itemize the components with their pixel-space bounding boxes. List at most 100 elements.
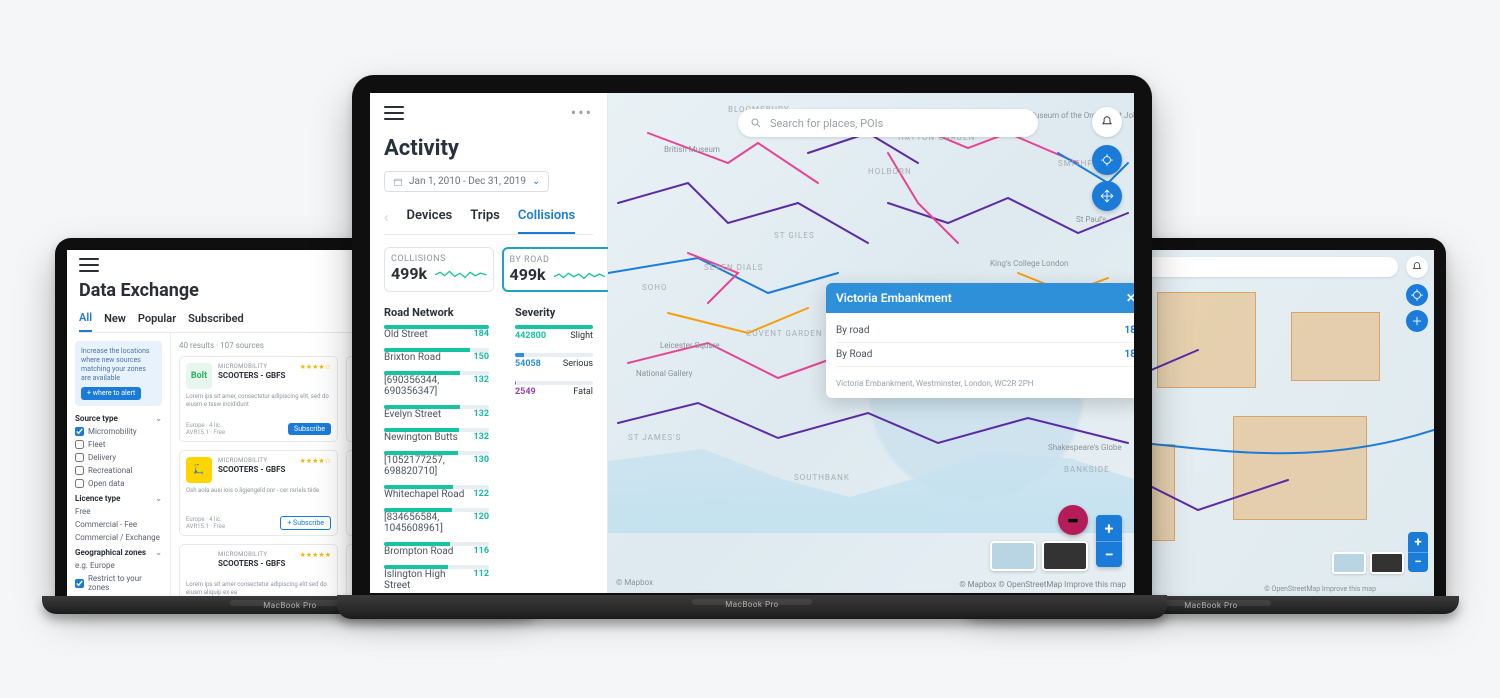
zoom-out-button[interactable]: − bbox=[1408, 552, 1428, 572]
rating-stars: ★★★★☆ bbox=[300, 363, 331, 389]
col-title-sev: Severity bbox=[515, 306, 593, 319]
tab-trips[interactable]: Trips bbox=[470, 208, 500, 234]
filter-delivery[interactable]: Delivery bbox=[75, 453, 162, 462]
road-network-item[interactable]: [1052177257, 698820710]130 bbox=[384, 451, 489, 477]
road-network-item[interactable]: Brompton Road116 bbox=[384, 542, 489, 557]
filter-section-geo[interactable]: Geographical zones bbox=[75, 548, 162, 557]
map-attribution: © Mapbox © OpenStreetMap Improve this ma… bbox=[959, 580, 1126, 589]
severity-item: 442800Slight bbox=[515, 325, 593, 341]
card-logo: Bolt bbox=[186, 363, 212, 389]
add-button[interactable] bbox=[1406, 310, 1428, 332]
severity-col: Severity 442800Slight54058Serious2549Fat… bbox=[515, 306, 593, 593]
road-network-item[interactable]: Whitechapel Road122 bbox=[384, 485, 489, 500]
tab-prev-button[interactable]: ‹ bbox=[384, 208, 389, 234]
stat-collisions[interactable]: COLLISIONS 499k bbox=[384, 247, 494, 292]
tab-all[interactable]: All bbox=[79, 311, 92, 332]
zoom-control: + − bbox=[1096, 515, 1122, 567]
more-options-button[interactable]: ••• bbox=[571, 103, 593, 122]
tab-collisions[interactable]: Collisions bbox=[518, 208, 575, 234]
district-southbank: SOUTHBANK bbox=[794, 473, 850, 482]
filter-recreational[interactable]: Recreational bbox=[75, 466, 162, 475]
road-network-item[interactable]: Islington High Street112 bbox=[384, 565, 489, 591]
popup-row: By road18 bbox=[836, 319, 1134, 343]
mapbox-badge: © Mapbox bbox=[616, 578, 653, 587]
map-popup: Victoria Embankment ✕ By road18By Road18… bbox=[826, 283, 1134, 398]
basemap-dark[interactable] bbox=[1042, 541, 1088, 571]
poi-globe: Shakespeare's Globe bbox=[1048, 443, 1122, 452]
pan-button[interactable] bbox=[1092, 181, 1122, 211]
tab-popular[interactable]: Popular bbox=[138, 312, 176, 331]
menu-icon[interactable] bbox=[384, 106, 404, 120]
road-network-item[interactable]: Newington Butts132 bbox=[384, 428, 489, 443]
basemap-light[interactable] bbox=[1332, 552, 1366, 574]
activity-panel: ••• Activity Jan 1, 2010 - Dec 31, 2019 … bbox=[370, 93, 608, 593]
filter-fleet[interactable]: Fleet bbox=[75, 440, 162, 449]
subscribe-button[interactable]: Subscribe bbox=[288, 423, 331, 435]
popup-close-button[interactable]: ✕ bbox=[1126, 291, 1134, 305]
locate-button[interactable] bbox=[1406, 284, 1428, 306]
move-icon bbox=[1100, 189, 1114, 203]
road-network-item[interactable]: Evelyn Street132 bbox=[384, 405, 489, 420]
laptop-center: ••• Activity Jan 1, 2010 - Dec 31, 2019 … bbox=[352, 75, 1152, 619]
stat-value: 499k bbox=[510, 265, 546, 284]
poi-british-museum: British Museum bbox=[664, 145, 720, 154]
date-range-picker[interactable]: Jan 1, 2010 - Dec 31, 2019 ⌄ bbox=[384, 171, 549, 192]
road-network-item[interactable]: Brixton Road150 bbox=[384, 348, 489, 363]
subscribe-button[interactable]: + Subscribe bbox=[280, 516, 331, 530]
notifications-button[interactable] bbox=[1406, 256, 1428, 278]
geo-placeholder: e.g. Europe bbox=[75, 561, 162, 570]
search-input[interactable]: Search for places, POIs bbox=[738, 109, 1038, 137]
zoom-out-button[interactable]: − bbox=[1096, 541, 1122, 567]
road-network-item[interactable]: [690356344, 690356347]132 bbox=[384, 371, 489, 397]
notice-button[interactable]: + where to alert bbox=[81, 387, 141, 400]
poi-leicester-sq: Leicester Square bbox=[660, 341, 720, 350]
road-network-item[interactable]: Old Street184 bbox=[384, 325, 489, 340]
zoom-in-button[interactable]: + bbox=[1408, 532, 1428, 552]
licence-exchange: Commercial / Exchange bbox=[75, 533, 162, 542]
rating-stars: ★★★★☆ bbox=[300, 457, 331, 483]
licence-free: Free bbox=[75, 507, 162, 516]
road-network-item[interactable]: [834656584, 1045608961]120 bbox=[384, 508, 489, 534]
geo-restrict[interactable]: Restrict to your zones bbox=[75, 574, 162, 592]
stat-by-road[interactable]: BY ROAD 499k bbox=[502, 247, 614, 292]
source-card[interactable]: MICROMOBILITY SCOOTERS - GBFS ★★★★★ Lore… bbox=[179, 544, 338, 596]
source-card[interactable]: Bolt MICROMOBILITY SCOOTERS - GBFS ★★★★☆… bbox=[179, 356, 338, 442]
notifications-button[interactable] bbox=[1092, 107, 1122, 137]
basemap-light[interactable] bbox=[990, 541, 1036, 571]
sparkline bbox=[554, 269, 605, 281]
district-holborn: HOLBORN bbox=[868, 167, 912, 176]
filter-micromobility[interactable]: Micromobility bbox=[75, 427, 162, 436]
tab-new[interactable]: New bbox=[104, 312, 126, 331]
tab-subscribed[interactable]: Subscribed bbox=[188, 312, 244, 331]
macbook-label: MacBook Pro bbox=[263, 601, 316, 610]
date-range-text: Jan 1, 2010 - Dec 31, 2019 bbox=[409, 176, 526, 187]
col-title-roadnet: Road Network bbox=[384, 306, 489, 319]
basemap-thumbnails bbox=[990, 541, 1088, 571]
stat-value: 499k bbox=[391, 264, 427, 283]
calendar-icon bbox=[393, 177, 403, 187]
district-sevendials: SEVEN DIALS bbox=[704, 263, 763, 272]
locate-button[interactable] bbox=[1092, 145, 1122, 175]
filter-section-licence[interactable]: Licence type bbox=[75, 494, 162, 503]
ruler-icon bbox=[1066, 513, 1080, 527]
poi-kcl: King's College London bbox=[990, 259, 1068, 268]
source-card[interactable]: 🛴 MICROMOBILITY SCOOTERS - GBFS ★★★★☆ Os… bbox=[179, 450, 338, 536]
severity-item: 54058Serious bbox=[515, 353, 593, 369]
macbook-label: MacBook Pro bbox=[1184, 601, 1237, 610]
measure-button[interactable] bbox=[1058, 505, 1088, 535]
zoom-in-button[interactable]: + bbox=[1096, 515, 1122, 541]
search-placeholder: Search for places, POIs bbox=[770, 117, 883, 130]
rating-stars: ★★★★★ bbox=[300, 551, 331, 577]
map-canvas[interactable]: BLOOMSBURY HATTON GARDEN HOLBORN SMITHFI… bbox=[608, 93, 1134, 593]
filter-section-source-type[interactable]: Source type bbox=[75, 414, 162, 423]
card-logo: 🛴 bbox=[186, 457, 212, 483]
filter-opendata[interactable]: Open data bbox=[75, 479, 162, 488]
district-stgiles: ST GILES bbox=[774, 231, 815, 240]
poi-stpauls: St Paul's bbox=[1076, 215, 1106, 224]
filters-sidebar: Increase the locations where new sources… bbox=[67, 333, 171, 596]
menu-icon[interactable] bbox=[79, 258, 99, 272]
crosshair-icon bbox=[1410, 288, 1424, 302]
popup-title: Victoria Embankment bbox=[836, 291, 952, 305]
basemap-dark[interactable] bbox=[1370, 552, 1404, 574]
tab-devices[interactable]: Devices bbox=[407, 208, 453, 234]
